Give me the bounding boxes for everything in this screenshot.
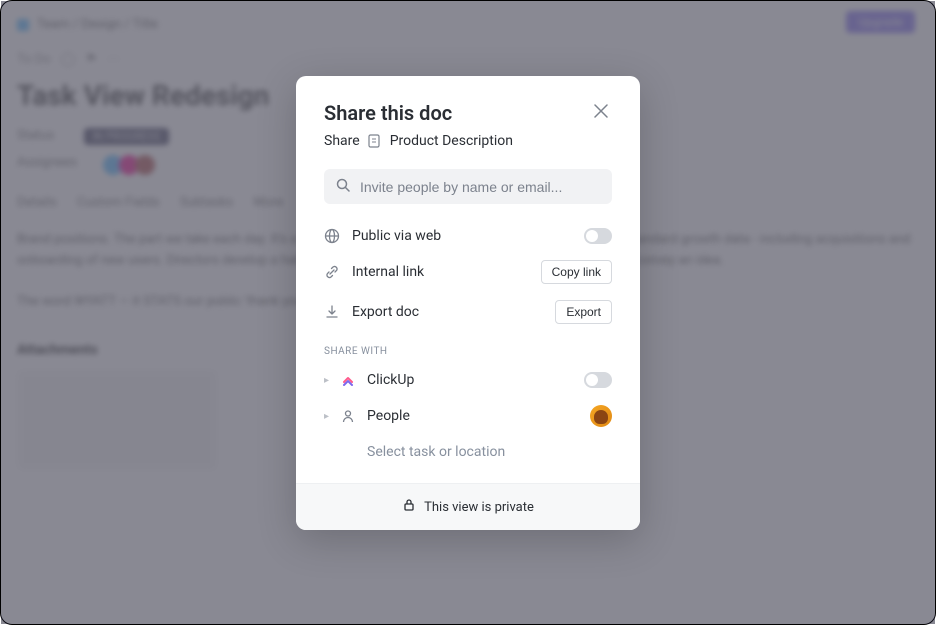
share-clickup-row[interactable]: ▸ ClickUp [296,363,640,397]
chevron-right-icon: ▸ [324,375,329,386]
share-label: Share [324,133,360,149]
globe-icon [324,228,340,244]
invite-search[interactable] [324,169,612,204]
public-web-row: Public via web [296,220,640,252]
select-task-label: Select task or location [367,444,612,460]
share-modal: Share this doc Share Product Description [296,76,640,530]
internal-link-label: Internal link [352,264,529,280]
share-with-header: SHARE WITH [296,332,640,363]
copy-link-button[interactable]: Copy link [541,260,612,284]
share-people-row[interactable]: ▸ People [296,397,640,435]
link-icon [324,264,340,280]
share-clickup-label: ClickUp [367,372,574,388]
modal-footer: This view is private [296,483,640,530]
export-button[interactable]: Export [555,300,612,324]
search-icon [336,177,350,196]
document-icon [368,134,382,148]
export-doc-row: Export doc Export [296,292,640,332]
close-button[interactable] [590,100,612,125]
avatar [590,405,612,427]
person-icon [339,407,357,425]
clickup-icon [339,371,357,389]
modal-title: Share this doc [324,101,452,125]
download-icon [324,304,340,320]
chevron-right-icon: ▸ [324,411,329,422]
public-web-label: Public via web [352,228,572,244]
lock-icon [402,498,416,516]
doc-name: Product Description [390,133,513,149]
share-people-label: People [367,408,580,424]
clickup-toggle[interactable] [584,372,612,388]
close-icon [594,104,608,118]
privacy-status: This view is private [424,500,534,515]
public-web-toggle[interactable] [584,228,612,244]
invite-input[interactable] [360,179,600,195]
export-doc-label: Export doc [352,304,543,320]
share-select-task-row[interactable]: ▸ Select task or location [296,435,640,469]
internal-link-row: Internal link Copy link [296,252,640,292]
